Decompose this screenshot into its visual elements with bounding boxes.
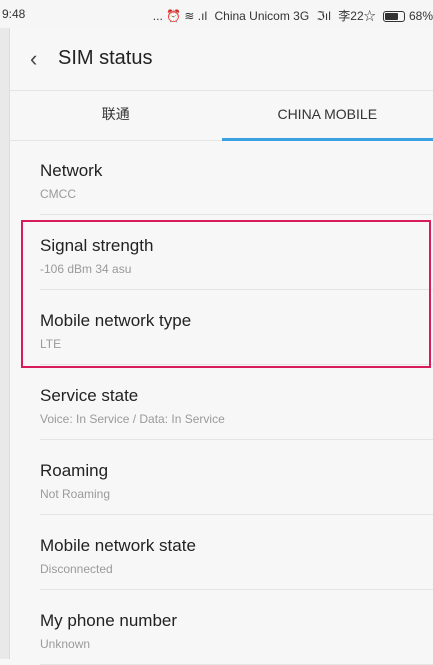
item-value: Unknown [40,637,90,651]
item-value: Voice: In Service / Data: In Service [40,412,225,426]
tab-bar: 联通 CHINA MOBILE [10,90,433,141]
list-item-roaming[interactable]: Roaming Not Roaming [40,440,433,515]
list-item-network[interactable]: Network CMCC [40,140,433,215]
item-value: LTE [40,337,61,351]
tab-unicom[interactable]: 联通 [10,91,222,140]
item-label: Roaming [40,461,108,481]
item-value: CMCC [40,187,76,201]
carrier-name: China Unicom 3G [214,9,309,23]
item-value: Not Roaming [40,487,110,501]
chevron-left-icon[interactable]: ‹ [30,46,37,72]
item-label: Mobile network state [40,536,196,556]
list-item-my-phone-number[interactable]: My phone number Unknown [40,590,433,665]
item-label: Signal strength [40,236,153,256]
item-label: My phone number [40,611,177,631]
status-indicators: ... ⏰ ≋ .ıl China Unicom 3G ℑıl 李22☆ 68% [149,7,433,24]
status-bar: 9:48 ... ⏰ ≋ .ıl China Unicom 3G ℑıl 李22… [0,0,433,28]
list-item-signal-strength[interactable]: Signal strength -106 dBm 34 asu [40,215,433,290]
list-item-mobile-network-type[interactable]: Mobile network type LTE [40,290,433,365]
battery-icon [383,11,405,22]
tab-china-mobile[interactable]: CHINA MOBILE [222,91,433,140]
page-title: SIM status [58,47,152,70]
title-bar: ‹ SIM status [10,28,433,90]
list-item-service-state[interactable]: Service state Voice: In Service / Data: … [40,365,433,440]
item-label: Network [40,161,102,181]
item-label: Mobile network type [40,311,191,331]
list-item-mobile-network-state[interactable]: Mobile network state Disconnected [40,515,433,590]
status-time: 9:48 [2,7,25,21]
battery-percent: 68% [409,9,433,23]
status-misc: 李22☆ [338,9,375,23]
signal-icon: ℑıl [317,9,331,23]
left-frame-edge [0,0,10,659]
item-label: Service state [40,386,138,406]
item-value: -106 dBm 34 asu [40,262,131,276]
item-value: Disconnected [40,562,113,576]
status-icons: ... ⏰ ≋ .ıl [153,9,207,23]
sim-status-list: Network CMCC Signal strength -106 dBm 34… [10,140,433,659]
